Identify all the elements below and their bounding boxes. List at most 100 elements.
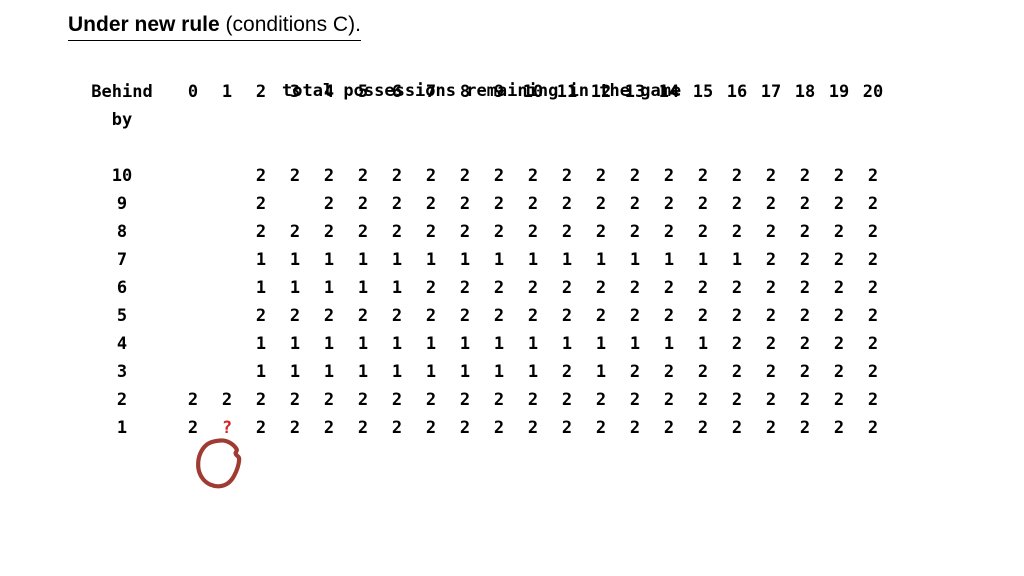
table-row: 10 2 2 2 2 2 2 2 2 2 2 2 2 2 2 2 2 2 2 2 xyxy=(68,162,890,190)
cell-r1-c3: 2 xyxy=(289,418,301,438)
cell-r7-c2: 1 xyxy=(255,250,267,270)
row-label-behind-by-3: 3 xyxy=(116,362,128,382)
column-header-13: 13 xyxy=(624,82,646,102)
cell-r10-c16: 2 xyxy=(731,166,743,186)
cell-r1-c11: 2 xyxy=(561,418,573,438)
cell-r1-c4: 2 xyxy=(323,418,335,438)
column-header-5: 5 xyxy=(357,82,369,102)
cell-r8-c10: 2 xyxy=(527,222,539,242)
cell-r7-c0 xyxy=(176,246,210,274)
cell-r5-c14: 2 xyxy=(663,306,675,326)
table-row: 1 2? 2 2 2 2 2 2 2 2 2 2 2 2 2 2 2 2 2 2 2 xyxy=(68,414,890,442)
cell-r10-c11: 2 xyxy=(561,166,573,186)
cell-r2-c3: 2 xyxy=(289,390,301,410)
cell-r3-c11: 2 xyxy=(561,362,573,382)
cell-r1-c6: 2 xyxy=(391,418,403,438)
cell-r5-c15: 2 xyxy=(697,306,709,326)
column-header-20: 20 xyxy=(862,82,884,102)
cell-r5-c5: 2 xyxy=(357,306,369,326)
column-header-7: 7 xyxy=(425,82,437,102)
table-row: 7 1 1 1 1 1 1 1 1 1 1 1 1 1 1 1 2 2 2 2 xyxy=(68,246,890,274)
cell-r4-c10: 1 xyxy=(527,334,539,354)
cell-r2-c8: 2 xyxy=(459,390,471,410)
cell-r9-c11: 2 xyxy=(561,194,573,214)
column-header-18: 18 xyxy=(794,82,816,102)
cell-r4-c14: 1 xyxy=(663,334,675,354)
cell-r3-c3: 1 xyxy=(289,362,301,382)
cell-r8-c4: 2 xyxy=(323,222,335,242)
cell-r8-c15: 2 xyxy=(697,222,709,242)
cell-r2-c11: 2 xyxy=(561,390,573,410)
column-header-14: 14 xyxy=(658,82,680,102)
slide-title-regular: (conditions C). xyxy=(219,13,361,36)
cell-r9-c15: 2 xyxy=(697,194,709,214)
cell-r5-c6: 2 xyxy=(391,306,403,326)
table-row: 5 2 2 2 2 2 2 2 2 2 2 2 2 2 2 2 2 2 2 2 xyxy=(68,302,890,330)
column-header-12: 12 xyxy=(590,82,612,102)
cell-r7-c7: 1 xyxy=(425,250,437,270)
cell-r10-c5: 2 xyxy=(357,166,369,186)
cell-r9-c20: 2 xyxy=(867,194,879,214)
cell-r5-c1 xyxy=(210,302,244,330)
cell-r5-c19: 2 xyxy=(833,306,845,326)
cell-r7-c20: 2 xyxy=(867,250,879,270)
cell-r1-c5: 2 xyxy=(357,418,369,438)
cell-r8-c7: 2 xyxy=(425,222,437,242)
cell-r2-c14: 2 xyxy=(663,390,675,410)
cell-r2-c12: 2 xyxy=(595,390,607,410)
cell-r8-c12: 2 xyxy=(595,222,607,242)
cell-r10-c13: 2 xyxy=(629,166,641,186)
cell-r8-c19: 2 xyxy=(833,222,845,242)
cell-r2-c2: 2 xyxy=(255,390,267,410)
column-header-8: 8 xyxy=(459,82,471,102)
table-header-row: Behind 0 1 2 3 4 5 6 7 8 9 10 11 12 13 14 15 16 17 18 19 20 xyxy=(68,78,890,106)
cell-r1-c15: 2 xyxy=(697,418,709,438)
cell-r10-c19: 2 xyxy=(833,166,845,186)
cell-r6-c20: 2 xyxy=(867,278,879,298)
cell-r6-c3: 1 xyxy=(289,278,301,298)
cell-r7-c15: 1 xyxy=(697,250,709,270)
cell-r2-c1: 2 xyxy=(221,390,233,410)
cell-r9-c2: 2 xyxy=(255,194,267,214)
cell-r8-c0 xyxy=(176,218,210,246)
cell-r5-c0 xyxy=(176,302,210,330)
row-label-behind-by-7: 7 xyxy=(116,250,128,270)
column-header-16: 16 xyxy=(726,82,748,102)
cell-r9-c1 xyxy=(210,190,244,218)
cell-r5-c7: 2 xyxy=(425,306,437,326)
possessions-table-wrapper: Behind 0 1 2 3 4 5 6 7 8 9 10 11 12 13 14 15 16 17 18 19 20 by… xyxy=(68,78,890,442)
cell-r8-c11: 2 xyxy=(561,222,573,242)
cell-r8-c18: 2 xyxy=(799,222,811,242)
cell-r10-c17: 2 xyxy=(765,166,777,186)
cell-r5-c12: 2 xyxy=(595,306,607,326)
cell-r4-c17: 2 xyxy=(765,334,777,354)
cell-r10-c12: 2 xyxy=(595,166,607,186)
cell-r3-c1 xyxy=(210,358,244,386)
row-label-behind-by-10: 10 xyxy=(111,166,133,186)
row-label-behind-by-8: 8 xyxy=(116,222,128,242)
cell-r1-c0: 2 xyxy=(187,418,199,438)
cell-r5-c10: 2 xyxy=(527,306,539,326)
handdrawn-circle-annotation xyxy=(193,437,247,491)
cell-r6-c17: 2 xyxy=(765,278,777,298)
cell-r10-c3: 2 xyxy=(289,166,301,186)
table-corner-by-row: by xyxy=(68,106,890,134)
cell-r8-c9: 2 xyxy=(493,222,505,242)
cell-r5-c9: 2 xyxy=(493,306,505,326)
cell-r1-c20: 2 xyxy=(867,418,879,438)
cell-r7-c1 xyxy=(210,246,244,274)
cell-r10-c4: 2 xyxy=(323,166,335,186)
cell-r3-c14: 2 xyxy=(663,362,675,382)
cell-r8-c3: 2 xyxy=(289,222,301,242)
cell-r1-c19: 2 xyxy=(833,418,845,438)
cell-r3-c17: 2 xyxy=(765,362,777,382)
cell-r3-c0 xyxy=(176,358,210,386)
column-header-10: 10 xyxy=(522,82,544,102)
cell-r7-c16: 1 xyxy=(731,250,743,270)
cell-r8-c2: 2 xyxy=(255,222,267,242)
row-label-behind-by-9: 9 xyxy=(116,194,128,214)
cell-r1-c13: 2 xyxy=(629,418,641,438)
cell-r1-c10: 2 xyxy=(527,418,539,438)
cell-r4-c16: 2 xyxy=(731,334,743,354)
cell-r5-c20: 2 xyxy=(867,306,879,326)
